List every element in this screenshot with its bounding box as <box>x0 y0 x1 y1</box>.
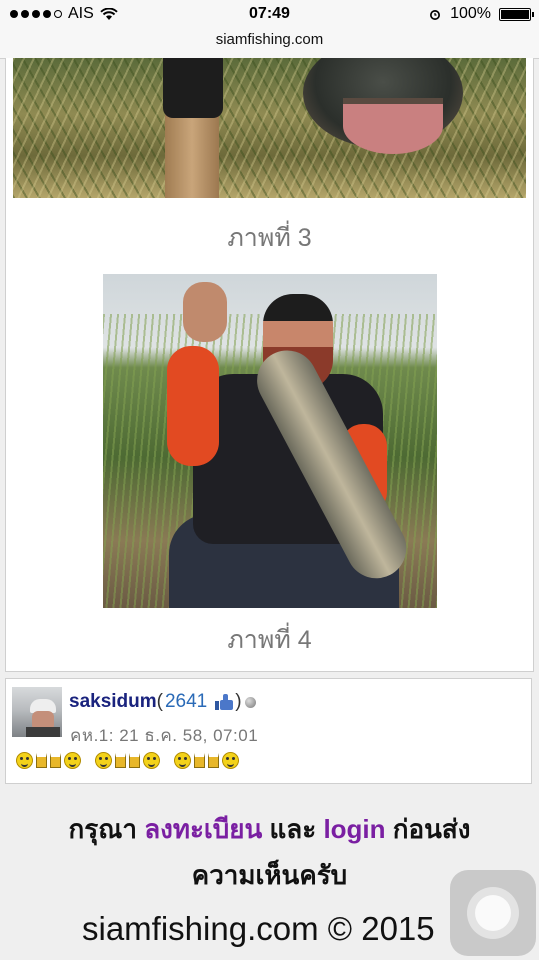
avatar[interactable] <box>12 687 62 737</box>
comment-card: saksidum ( 2641 ) คห.1: 21 ธ.ค. 58, 07:0… <box>5 678 532 784</box>
post-content: ภาพที่ 3 ภาพที่ 4 <box>5 58 534 672</box>
caption-photo-4: ภาพที่ 4 <box>227 626 312 654</box>
beer-icon <box>208 753 219 768</box>
caption-photo-3: ภาพที่ 3 <box>227 224 312 252</box>
beer-icon <box>36 753 47 768</box>
photo-4[interactable] <box>103 274 437 608</box>
status-bar: AIS 07:49 100% <box>0 0 539 28</box>
login-link[interactable]: login <box>323 814 385 844</box>
beer-icon <box>50 753 61 768</box>
smile-icon <box>95 752 112 769</box>
smile-icon <box>174 752 191 769</box>
online-status-icon <box>244 696 256 708</box>
battery-percent: 100% <box>450 5 491 22</box>
copyright: siamfishing.com © 2015 <box>82 910 435 947</box>
status-right: 100% <box>428 5 534 23</box>
beer-icon <box>194 753 205 768</box>
note-and: และ <box>262 814 324 844</box>
photo-3[interactable] <box>13 58 526 198</box>
emoticon-row <box>16 752 239 769</box>
alarm-icon <box>430 10 441 20</box>
beer-icon <box>129 753 140 768</box>
url-bar[interactable]: siamfishing.com <box>0 28 539 59</box>
login-prompt-line-1: กรุณา ลงทะเบียน และ login ก่อนส่ง <box>0 806 539 852</box>
close-paren: ) <box>235 691 242 712</box>
open-paren: ( <box>156 691 163 712</box>
smile-icon <box>143 752 160 769</box>
note-prefix: กรุณา <box>68 814 145 844</box>
comment-meta: คห.1: 21 ธ.ค. 58, 07:01 <box>70 726 259 745</box>
battery-icon <box>499 7 534 21</box>
beer-icon <box>115 753 126 768</box>
smile-icon <box>222 752 239 769</box>
user-points: 2641 <box>164 691 208 712</box>
thumbs-up-icon <box>215 694 234 710</box>
url-text: siamfishing.com <box>215 31 324 48</box>
register-link[interactable]: ลงทะเบียน <box>144 814 262 844</box>
comment-header: saksidum ( 2641 ) <box>69 691 256 713</box>
note-suffix: ก่อนส่ง <box>385 814 471 844</box>
assistive-touch-button[interactable] <box>450 870 536 956</box>
username-link[interactable]: saksidum <box>69 691 157 713</box>
smile-icon <box>16 752 33 769</box>
smile-icon <box>64 752 81 769</box>
